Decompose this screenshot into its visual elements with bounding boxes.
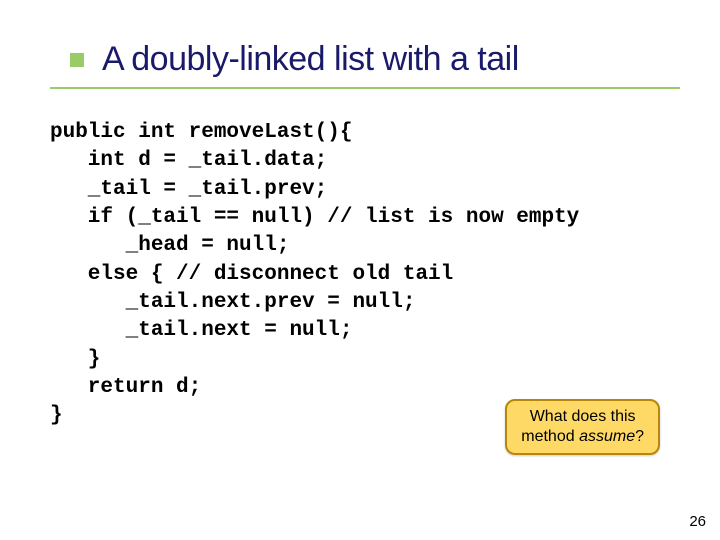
title-underline	[50, 87, 680, 89]
slide: A doubly-linked list with a tail public …	[0, 0, 720, 540]
callout-line2-em: assume	[579, 428, 635, 445]
callout-line2-prefix: method	[521, 428, 579, 445]
callout-box: What does this method assume?	[505, 399, 660, 455]
callout-line1: What does this	[530, 408, 636, 425]
page-number: 26	[689, 513, 706, 530]
slide-title: A doubly-linked list with a tail	[102, 40, 519, 79]
code-block: public int removeLast(){ int d = _tail.d…	[50, 119, 670, 431]
title-row: A doubly-linked list with a tail	[70, 40, 670, 79]
callout-line2-suffix: ?	[635, 428, 644, 445]
bullet-icon	[70, 53, 84, 67]
